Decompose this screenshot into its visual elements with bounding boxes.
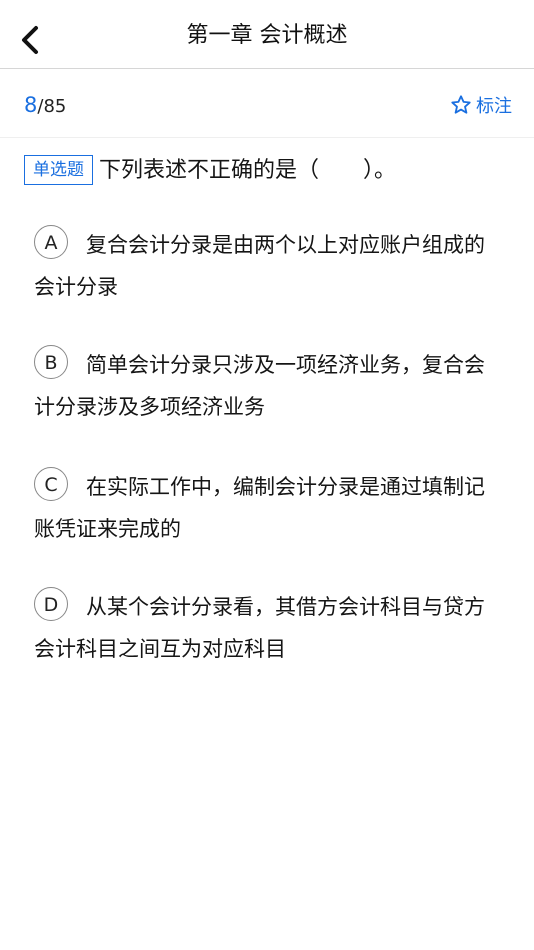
mark-button[interactable]: 标注 — [450, 91, 512, 119]
mark-label: 标注 — [476, 96, 512, 117]
question-text: 下列表述不正确的是（ ）。 — [99, 158, 397, 183]
total-questions: /85 — [37, 96, 67, 117]
current-question-number: 8 — [24, 93, 38, 117]
star-outline-icon — [450, 94, 472, 116]
question-stem: 单选题 下列表述不正确的是（ ）。 — [24, 152, 504, 190]
option-text: 复合会计分录是由两个以上对应账户组成的会计分录 — [34, 233, 485, 299]
option-c[interactable]: C 在实际工作中，编制会计分录是通过填制记账凭证来完成的 — [34, 466, 504, 550]
option-text: 在实际工作中，编制会计分录是通过填制记账凭证来完成的 — [34, 475, 485, 541]
option-letter: B — [34, 345, 68, 379]
header-bar: 第一章 会计概述 — [0, 0, 534, 69]
option-a[interactable]: A 复合会计分录是由两个以上对应账户组成的会计分录 — [34, 224, 504, 308]
option-d[interactable]: D 从某个会计分录看，其借方会计科目与贷方会计科目之间互为对应科目 — [34, 586, 504, 670]
page-title: 第一章 会计概述 — [186, 23, 348, 48]
option-letter: C — [34, 467, 68, 501]
question-type-badge: 单选题 — [24, 155, 93, 185]
option-letter: A — [34, 225, 68, 259]
option-letter: D — [34, 587, 68, 621]
option-text: 简单会计分录只涉及一项经济业务，复合会计分录涉及多项经济业务 — [34, 353, 485, 419]
option-text: 从某个会计分录看，其借方会计科目与贷方会计科目之间互为对应科目 — [34, 595, 485, 661]
option-b[interactable]: B 简单会计分录只涉及一项经济业务，复合会计分录涉及多项经济业务 — [34, 344, 504, 428]
question-progress: 8/85 — [24, 93, 66, 119]
question-toolbar: 8/85 标注 — [0, 69, 534, 138]
